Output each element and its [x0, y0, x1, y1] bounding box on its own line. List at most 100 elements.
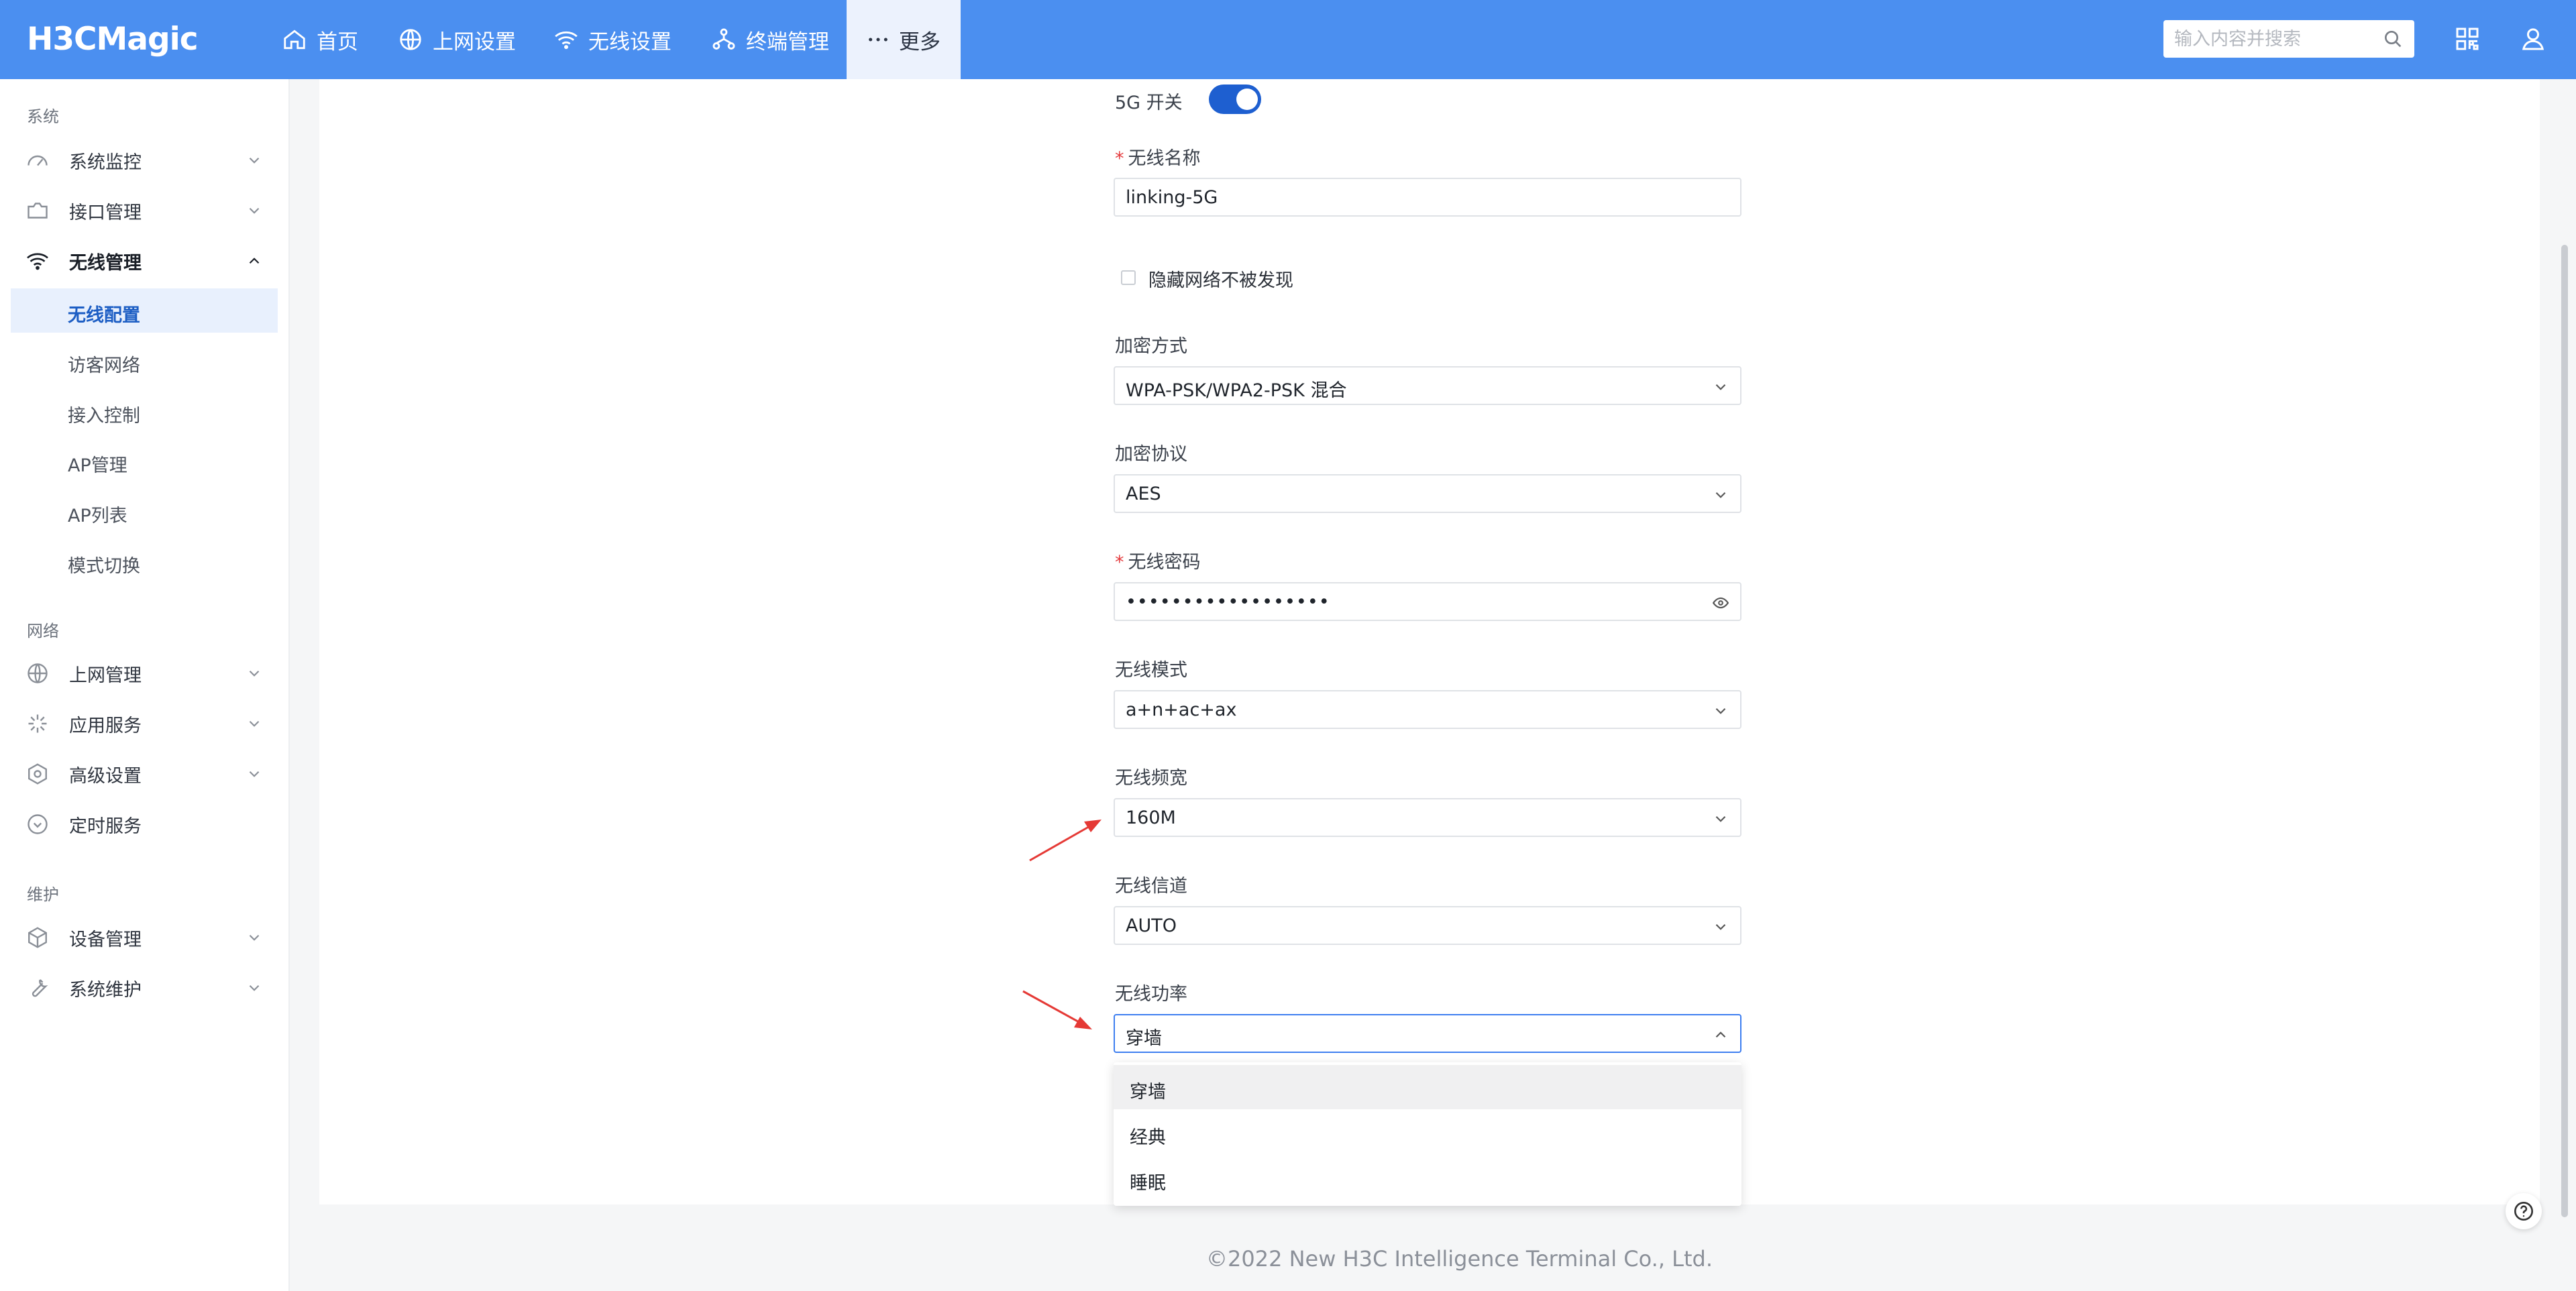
sidebar-subitem-access-control[interactable]: 接入控制	[11, 389, 278, 433]
wifi-icon	[555, 31, 578, 50]
footer-copyright: ©2022 New H3C Intelligence Terminal Co.,…	[1206, 1246, 1713, 1272]
encryption-select[interactable]: WPA-PSK/WPA2-PSK 混合	[1114, 366, 1741, 405]
wifi-icon	[27, 253, 48, 270]
chevron-down-icon	[1715, 708, 1726, 714]
chevron-down-icon	[1715, 923, 1726, 930]
hide-network-checkbox[interactable]	[1121, 270, 1136, 285]
sidebar-subitem-guest-network[interactable]: 访客网络	[11, 339, 278, 383]
protocol-select[interactable]: AES	[1114, 474, 1741, 513]
bandwidth-label: 无线频宽	[1115, 768, 1187, 789]
nav-wireless-label: 无线设置	[588, 30, 672, 54]
sidebar-item-internet-management[interactable]: 上网管理	[0, 650, 288, 697]
sidebar-item-wireless[interactable]: 无线管理	[0, 237, 288, 284]
globe-icon	[400, 29, 421, 50]
wrench-icon	[32, 979, 48, 997]
option-label: 睡眠	[1130, 1173, 1166, 1194]
sidebar-subitem-ap-list[interactable]: AP列表	[11, 489, 278, 533]
chevron-down-icon	[249, 934, 260, 941]
sidebar-item-scheduled-services[interactable]: 定时服务	[0, 801, 288, 848]
required-mark: *	[1115, 148, 1124, 169]
mode-select[interactable]: a+n+ac+ax	[1114, 690, 1741, 729]
sidebar-subitem-ap-management[interactable]: AP管理	[11, 439, 278, 483]
sidebar-subitem-wireless-config[interactable]: 无线配置	[11, 288, 278, 333]
nav-home-label: 首页	[317, 30, 358, 54]
nav-more[interactable]: 更多	[847, 0, 961, 79]
nav-terminal-management[interactable]: 终端管理	[711, 0, 829, 79]
password-input[interactable]: ••••••••••••••••••	[1114, 582, 1741, 621]
section-system: 系统	[27, 107, 59, 126]
power-label: 无线功率	[1115, 984, 1187, 1005]
channel-label: 无线信道	[1115, 876, 1187, 897]
chevron-down-icon	[1715, 384, 1726, 390]
brand-logo[interactable]: H3CMagic	[27, 20, 199, 59]
nav-wireless-settings[interactable]: 无线设置	[553, 0, 672, 79]
power-value: 穿墙	[1126, 1028, 1162, 1049]
protocol-value: AES	[1126, 484, 1161, 504]
chevron-down-icon	[1715, 816, 1726, 822]
bandwidth-select[interactable]: 160M	[1114, 798, 1741, 837]
sidebar-subitem-label: AP列表	[68, 506, 127, 526]
protocol-label: 加密协议	[1115, 444, 1187, 465]
home-icon	[284, 30, 305, 50]
vertical-scrollbar[interactable]	[2561, 245, 2568, 1217]
clock-icon	[28, 814, 48, 834]
section-network: 网络	[27, 622, 59, 640]
sidebar-item-label: 设备管理	[69, 929, 142, 950]
toggle-knob	[1236, 89, 1258, 110]
nav-home[interactable]: 首页	[282, 0, 358, 79]
sidebar-item-device-management[interactable]: 设备管理	[0, 914, 288, 961]
nav-internet-settings[interactable]: 上网设置	[398, 0, 516, 79]
eye-icon[interactable]	[1712, 594, 1729, 612]
ssid-input[interactable]: linking-5G	[1114, 178, 1741, 217]
bandwidth-value: 160M	[1126, 807, 1176, 828]
sidebar-item-interface[interactable]: 接口管理	[0, 187, 288, 234]
toggle-5g-switch[interactable]	[1209, 85, 1261, 114]
sidebar: 系统 系统监控 接口管理 无线管理 无线配置 访客网络 接入控制 AP管理 AP…	[0, 79, 290, 1291]
encryption-label: 加密方式	[1115, 336, 1187, 357]
sidebar-item-app-services[interactable]: 应用服务	[0, 700, 288, 747]
power-dropdown: 穿墙 经典 睡眠	[1114, 1062, 1741, 1206]
sidebar-item-advanced-settings[interactable]: 高级设置	[0, 750, 288, 797]
sidebar-item-label: 系统维护	[69, 979, 142, 1001]
password-label-text: 无线密码	[1128, 552, 1201, 573]
search-icon[interactable]	[2382, 28, 2404, 50]
hide-network-label: 隐藏网络不被发现	[1148, 270, 1293, 291]
sidebar-subitem-label: 访客网络	[68, 355, 140, 376]
sidebar-subitem-label: 模式切换	[68, 556, 140, 577]
qr-code-icon[interactable]	[2454, 25, 2481, 52]
power-option-sleep[interactable]: 睡眠	[1114, 1156, 1741, 1200]
chevron-down-icon	[249, 771, 260, 777]
sidebar-subitem-label: 接入控制	[68, 406, 140, 427]
user-icon[interactable]	[2520, 25, 2546, 52]
power-select[interactable]: 穿墙	[1114, 1014, 1741, 1053]
password-value: ••••••••••••••••••	[1126, 592, 1330, 612]
sidebar-subitem-label: AP管理	[68, 455, 127, 476]
search-input[interactable]	[2163, 20, 2375, 58]
sidebar-subitem-label: 无线配置	[68, 305, 140, 326]
chevron-down-icon	[1715, 492, 1726, 498]
password-label: * 无线密码	[1115, 547, 1201, 573]
mode-value: a+n+ac+ax	[1126, 699, 1237, 720]
sidebar-item-system-maintenance[interactable]: 系统维护	[0, 964, 288, 1011]
help-button[interactable]	[2506, 1193, 2542, 1229]
sidebar-item-label: 接口管理	[69, 202, 142, 223]
sidebar-item-label: 系统监控	[69, 152, 142, 173]
ssid-value: linking-5G	[1126, 187, 1218, 208]
power-option-through-wall[interactable]: 穿墙	[1114, 1065, 1741, 1109]
option-label: 经典	[1130, 1127, 1166, 1148]
cube-icon	[28, 927, 47, 948]
section-maintenance: 维护	[27, 885, 59, 904]
chevron-up-icon	[249, 258, 260, 264]
sidebar-subitem-mode-switch[interactable]: 模式切换	[11, 539, 278, 583]
search-box	[2163, 20, 2414, 58]
sidebar-item-system-monitor[interactable]: 系统监控	[0, 137, 288, 184]
power-option-classic[interactable]: 经典	[1114, 1111, 1741, 1155]
channel-select[interactable]: AUTO	[1114, 906, 1741, 945]
chevron-down-icon	[249, 720, 260, 727]
ssid-label-text: 无线名称	[1128, 148, 1201, 169]
network-icon	[712, 28, 735, 50]
chevron-down-icon	[249, 985, 260, 991]
nav-more-label: 更多	[899, 30, 941, 54]
mode-label: 无线模式	[1115, 660, 1187, 681]
sidebar-item-label: 上网管理	[69, 665, 142, 686]
